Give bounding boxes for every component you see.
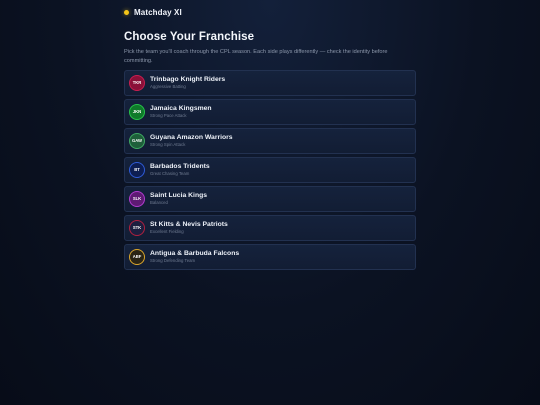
team-name: Jamaica Kingsmen (150, 104, 212, 112)
team-info: St Kitts & Nevis Patriots Excellent Fiel… (150, 221, 228, 235)
team-info: Jamaica Kingsmen Strong Pace Attack (150, 105, 212, 119)
brand: Matchday XI (124, 8, 182, 17)
brand-name: Matchday XI (134, 8, 182, 17)
team-name: Guyana Amazon Warriors (150, 133, 233, 141)
team-style: Balanced (150, 199, 168, 205)
page-subtitle: Pick the team you'll coach through the C… (124, 49, 388, 64)
team-info: Barbados Tridents Great Chasing Team (150, 163, 210, 177)
team-card-slk[interactable]: SLK Saint Lucia Kings Balanced (124, 185, 416, 212)
team-badge: JKN (129, 103, 145, 120)
team-style: Aggressive Batting (150, 83, 186, 89)
team-card-stk[interactable]: STK St Kitts & Nevis Patriots Excellent … (124, 214, 416, 241)
team-badge: BT (129, 161, 145, 178)
team-badge: TKR (129, 74, 145, 91)
team-style: Strong Spin Attack (150, 141, 186, 147)
team-badge: ABF (129, 248, 145, 265)
team-info: Trinbago Knight Riders Aggressive Battin… (150, 76, 225, 90)
team-info: Saint Lucia Kings Balanced (150, 192, 207, 206)
team-name: Antigua & Barbuda Falcons (150, 249, 240, 257)
team-name: St Kitts & Nevis Patriots (150, 220, 228, 228)
team-badge: STK (129, 219, 145, 236)
brand-logo-icon (124, 10, 129, 15)
team-card-bt[interactable]: BT Barbados Tridents Great Chasing Team (124, 156, 416, 183)
team-badge: SLK (129, 190, 145, 207)
team-style: Great Chasing Team (150, 170, 190, 176)
team-info: Guyana Amazon Warriors Strong Spin Attac… (150, 134, 233, 148)
team-style: Excellent Fielding (150, 228, 184, 234)
page-title: Choose Your Franchise (124, 31, 255, 43)
team-card-jkn[interactable]: JKN Jamaica Kingsmen Strong Pace Attack (124, 98, 416, 125)
team-style: Strong Defending Team (150, 257, 196, 263)
team-card-gaw[interactable]: GAW Guyana Amazon Warriors Strong Spin A… (124, 127, 416, 154)
team-list: TKR Trinbago Knight Riders Aggressive Ba… (124, 70, 416, 270)
franchise-selection: Choose Your Franchise Pick the team you'… (124, 31, 416, 270)
team-info: Antigua & Barbuda Falcons Strong Defendi… (150, 250, 239, 264)
team-name: Barbados Tridents (150, 162, 210, 170)
team-card-abf[interactable]: ABF Antigua & Barbuda Falcons Strong Def… (124, 243, 416, 270)
team-name: Trinbago Knight Riders (150, 75, 226, 83)
team-badge: GAW (129, 132, 145, 149)
team-name: Saint Lucia Kings (150, 191, 208, 199)
team-card-tkr[interactable]: TKR Trinbago Knight Riders Aggressive Ba… (124, 70, 416, 96)
app-root: Matchday XI Choose Your Franchise Pick t… (0, 0, 540, 405)
team-style: Strong Pace Attack (150, 112, 187, 118)
